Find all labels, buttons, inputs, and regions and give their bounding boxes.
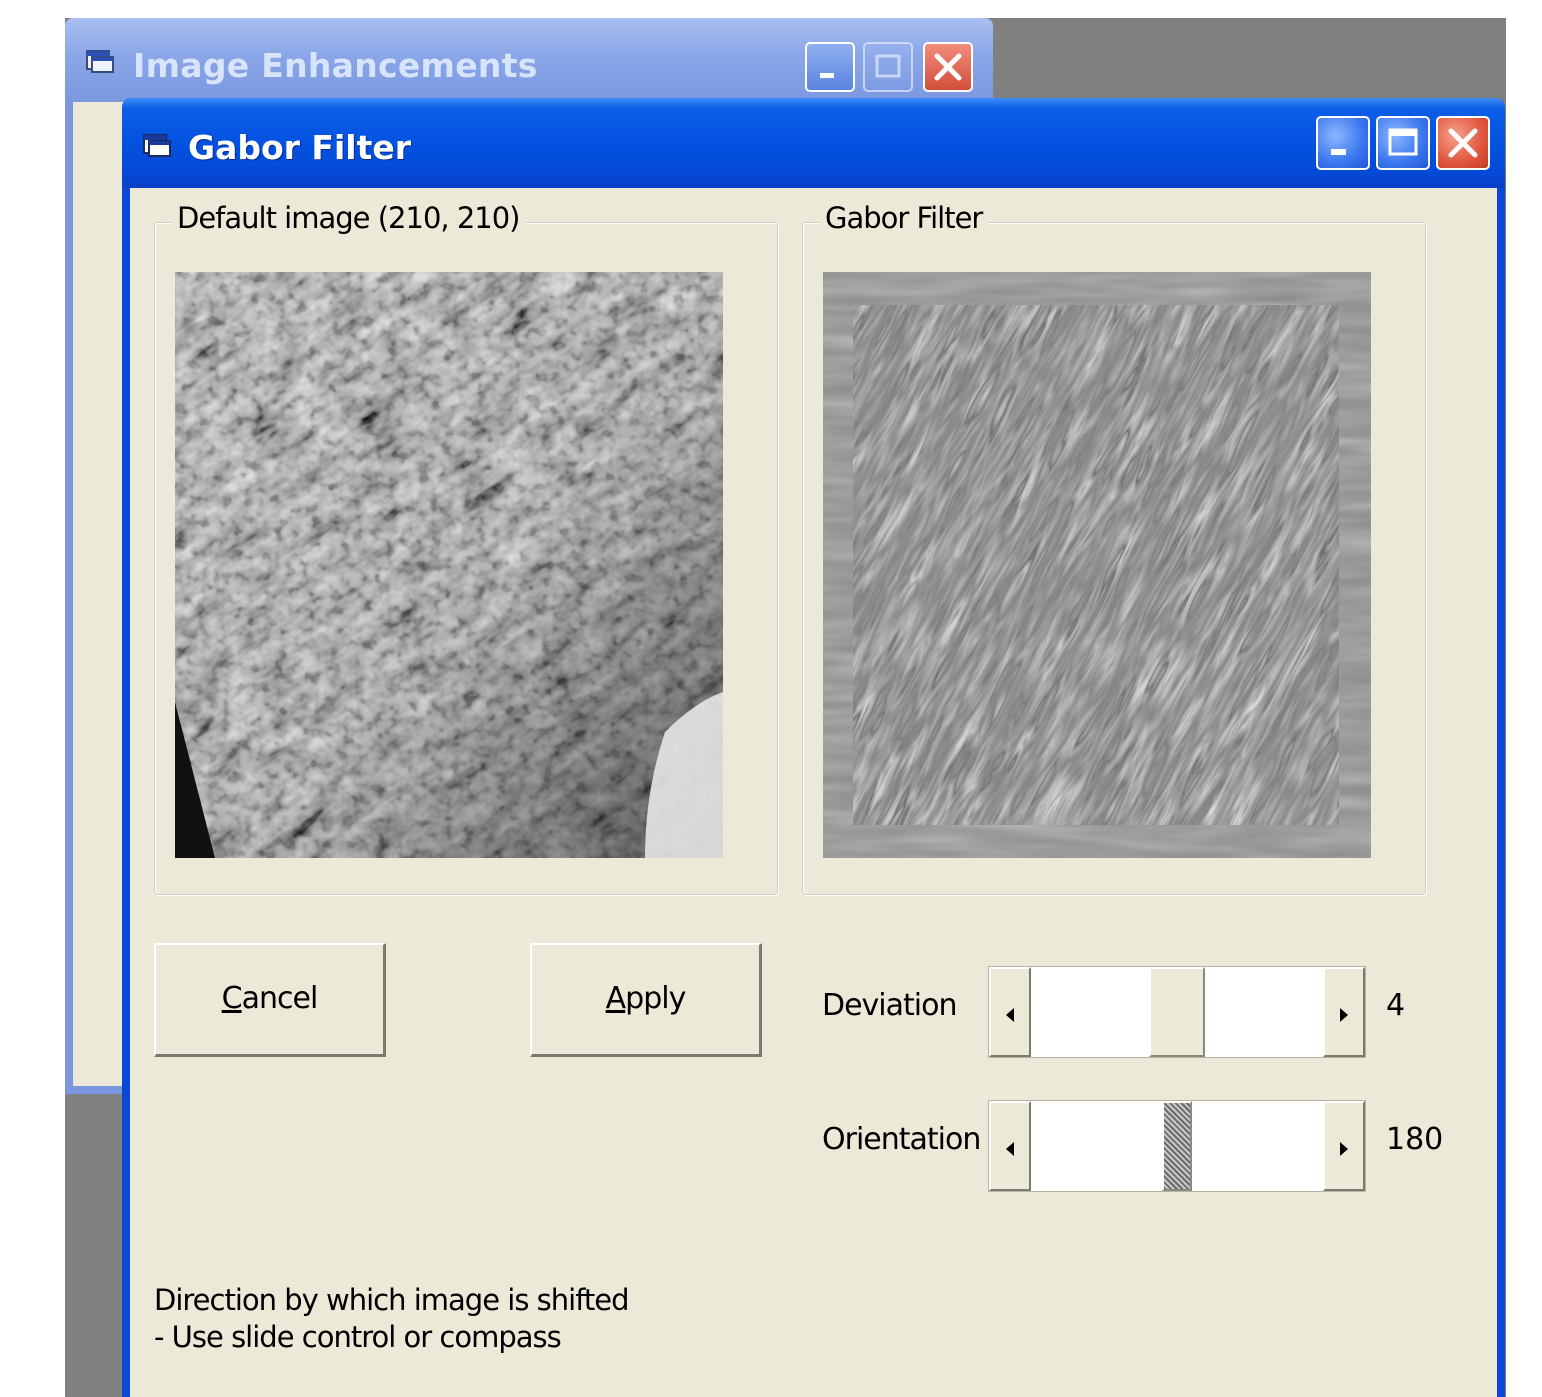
image-enhancements-titlebar[interactable]: Image Enhancements (65, 18, 993, 102)
deviation-scrollbar[interactable] (988, 966, 1366, 1058)
default-image (175, 272, 723, 858)
back-minimize-button[interactable] (805, 42, 855, 92)
deviation-label: Deviation (822, 988, 957, 1023)
triangle-left-icon (1006, 1142, 1014, 1156)
cancel-button-label: Cancel (221, 981, 319, 1016)
orientation-scroll-thumb[interactable] (1162, 1101, 1192, 1191)
default-image-group: Default image (210, 210) (154, 201, 778, 895)
close-icon (934, 53, 962, 81)
orientation-scroll-left-button[interactable] (989, 1101, 1031, 1191)
minimize-icon (1331, 149, 1346, 155)
deviation-scroll-right-button[interactable] (1323, 967, 1365, 1057)
back-maximize-button[interactable] (863, 42, 913, 92)
orientation-label: Orientation (822, 1122, 981, 1157)
gabor-filter-titlebar[interactable]: Gabor Filter (122, 98, 1505, 188)
window-title: Gabor Filter (188, 128, 412, 167)
orientation-value: 180 (1386, 1122, 1444, 1157)
deviation-scroll-left-button[interactable] (989, 967, 1031, 1057)
gabor-filter-group-label: Gabor Filter (819, 201, 989, 235)
maximize-button[interactable] (1376, 116, 1430, 170)
window-app-icon (85, 48, 115, 78)
close-icon (1448, 128, 1478, 158)
window-app-icon (142, 132, 172, 162)
dialog-client-area: Default image (210, 210) Gabor Filter Ca… (130, 188, 1497, 1397)
minimize-icon (820, 73, 834, 78)
triangle-right-icon (1340, 1008, 1348, 1022)
default-image-group-label: Default image (210, 210) (171, 201, 526, 235)
triangle-right-icon (1340, 1142, 1348, 1156)
orientation-scroll-right-button[interactable] (1323, 1101, 1365, 1191)
gabor-filter-window: Gabor Filter Default image (210, 210) Ga… (122, 98, 1505, 1397)
maximize-icon (875, 54, 901, 78)
apply-button-label: Apply (605, 981, 687, 1016)
maximize-icon (1388, 128, 1418, 156)
image-enhancements-title: Image Enhancements (133, 46, 538, 85)
back-close-button[interactable] (923, 42, 973, 92)
gabor-filter-group: Gabor Filter (802, 201, 1426, 895)
orientation-scrollbar[interactable] (988, 1100, 1366, 1192)
help-text: Direction by which image is shifted - Us… (154, 1282, 630, 1356)
gabor-filtered-image (823, 272, 1371, 858)
triangle-left-icon (1006, 1008, 1014, 1022)
close-button[interactable] (1436, 116, 1490, 170)
help-line-2: - Use slide control or compass (154, 1320, 562, 1354)
minimize-button[interactable] (1316, 116, 1370, 170)
orientation-scroll-track[interactable] (1031, 1101, 1323, 1191)
deviation-value: 4 (1386, 988, 1406, 1023)
apply-button[interactable]: Apply (530, 943, 762, 1057)
cancel-button[interactable]: Cancel (154, 943, 386, 1057)
help-line-1: Direction by which image is shifted (154, 1283, 630, 1317)
deviation-scroll-thumb[interactable] (1149, 967, 1205, 1057)
deviation-scroll-track[interactable] (1031, 967, 1323, 1057)
